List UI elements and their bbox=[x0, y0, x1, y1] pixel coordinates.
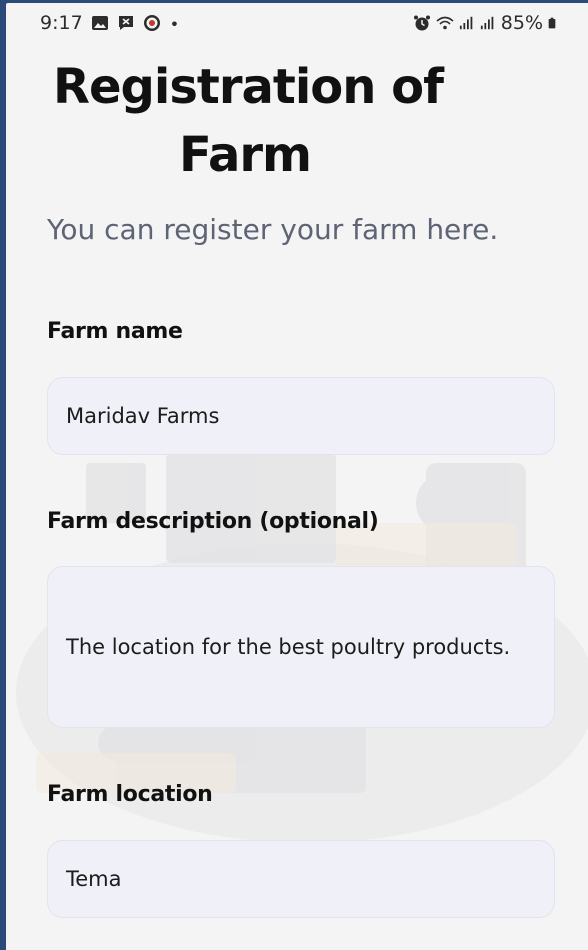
dot-icon bbox=[171, 21, 177, 27]
alarm-icon bbox=[413, 15, 430, 31]
status-right: 85% bbox=[413, 12, 560, 34]
app-screen: 9:17 85% Registration of Farm You can re… bbox=[6, 3, 588, 950]
status-left: 9:17 bbox=[40, 12, 183, 34]
status-bar: 9:17 85% bbox=[6, 3, 588, 43]
farm-name-label: Farm name bbox=[47, 319, 183, 344]
signal-icon bbox=[480, 16, 494, 30]
signal-icon bbox=[459, 16, 473, 30]
farm-description-value: The location for the best poultry produc… bbox=[66, 635, 511, 659]
farm-location-label: Farm location bbox=[47, 782, 213, 807]
page-title-line-2: Farm bbox=[179, 127, 312, 183]
app-icon bbox=[143, 15, 160, 31]
farm-description-label: Farm description (optional) bbox=[47, 509, 379, 534]
message-icon bbox=[118, 16, 133, 30]
status-time: 9:17 bbox=[40, 12, 83, 34]
image-icon bbox=[91, 16, 108, 30]
page-subtitle: You can register your farm here. bbox=[47, 213, 499, 246]
page-title-line-1: Registration of bbox=[53, 59, 444, 115]
farm-description-input[interactable]: The location for the best poultry produc… bbox=[47, 566, 555, 728]
battery-icon bbox=[548, 17, 556, 29]
farm-name-input[interactable]: Maridav Farms bbox=[47, 377, 555, 455]
battery-percent: 85% bbox=[500, 12, 543, 34]
wifi-icon bbox=[436, 16, 454, 30]
farm-location-value: Tema bbox=[66, 867, 122, 891]
farm-location-input[interactable]: Tema bbox=[47, 840, 555, 918]
farm-name-value: Maridav Farms bbox=[66, 404, 220, 428]
